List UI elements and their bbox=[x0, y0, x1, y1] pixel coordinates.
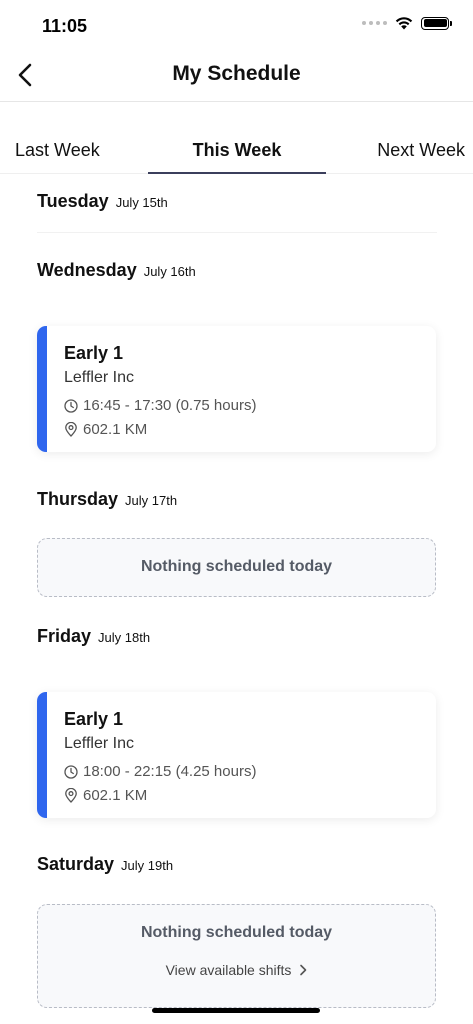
shift-card-friday[interactable]: Early 1 Leffler Inc 18:00 - 22:15 (4.25 … bbox=[37, 692, 436, 818]
empty-day-box-thursday: Nothing scheduled today bbox=[37, 538, 436, 597]
view-available-shifts-label: View available shifts bbox=[165, 962, 292, 978]
location-pin-icon bbox=[65, 788, 77, 803]
status-time: 11:05 bbox=[42, 16, 88, 36]
cellular-signal-icon bbox=[362, 21, 387, 25]
empty-day-box-saturday: Nothing scheduled today View available s… bbox=[37, 904, 436, 1008]
clock-icon bbox=[64, 764, 78, 779]
shift-time-row: 16:45 - 17:30 (0.75 hours) bbox=[64, 397, 256, 414]
shift-company: Leffler Inc bbox=[64, 735, 134, 752]
day-date: July 16th bbox=[143, 264, 196, 279]
day-heading-wednesday: Wednesday July 16th bbox=[37, 260, 196, 281]
status-indicators bbox=[362, 16, 452, 30]
day-name: Thursday bbox=[37, 489, 119, 509]
day-date: July 19th bbox=[121, 858, 174, 873]
day-name: Wednesday bbox=[37, 260, 137, 280]
empty-day-text: Nothing scheduled today bbox=[140, 558, 333, 575]
view-available-shifts-link[interactable]: View available shifts bbox=[38, 962, 435, 978]
day-heading-tuesday: Tuesday July 15th bbox=[37, 191, 168, 212]
navigation-header: My Schedule bbox=[0, 50, 473, 102]
shift-distance: 602.1 KM bbox=[83, 421, 148, 438]
day-name: Tuesday bbox=[37, 191, 109, 211]
tab-next-week[interactable]: Next Week bbox=[377, 140, 465, 161]
empty-day-text: Nothing scheduled today bbox=[140, 924, 333, 941]
tab-this-week[interactable]: This Week bbox=[148, 140, 326, 161]
day-date: July 17th bbox=[125, 493, 178, 508]
shift-distance-row: 602.1 KM bbox=[64, 421, 147, 438]
shift-company: Leffler Inc bbox=[64, 369, 134, 386]
shift-card-wednesday[interactable]: Early 1 Leffler Inc 16:45 - 17:30 (0.75 … bbox=[37, 326, 436, 452]
status-bar: 11:05 bbox=[0, 0, 473, 50]
battery-icon bbox=[421, 16, 452, 30]
shift-accent-bar bbox=[37, 326, 47, 452]
shift-title: Early 1 bbox=[64, 709, 124, 729]
week-tabs: Last Week This Week Next Week bbox=[0, 102, 473, 174]
shift-time: 16:45 - 17:30 (0.75 hours) bbox=[83, 397, 257, 414]
day-name: Friday bbox=[37, 626, 92, 646]
home-indicator bbox=[152, 1008, 320, 1013]
day-heading-thursday: Thursday July 17th bbox=[37, 489, 177, 510]
shift-accent-bar bbox=[37, 692, 47, 818]
day-heading-friday: Friday July 18th bbox=[37, 626, 150, 647]
day-date: July 15th bbox=[115, 195, 168, 210]
day-name: Saturday bbox=[37, 854, 115, 874]
location-pin-icon bbox=[65, 422, 77, 437]
shift-time-row: 18:00 - 22:15 (4.25 hours) bbox=[64, 763, 256, 780]
shift-time: 18:00 - 22:15 (4.25 hours) bbox=[83, 763, 257, 780]
shift-distance: 602.1 KM bbox=[83, 787, 148, 804]
day-heading-saturday: Saturday July 19th bbox=[37, 854, 173, 875]
shift-distance-row: 602.1 KM bbox=[64, 787, 147, 804]
day-divider bbox=[37, 232, 437, 233]
clock-icon bbox=[64, 398, 78, 413]
wifi-icon bbox=[395, 17, 413, 30]
chevron-right-icon bbox=[300, 964, 307, 976]
day-date: July 18th bbox=[98, 630, 151, 645]
active-tab-indicator bbox=[148, 172, 326, 174]
page-title: My Schedule bbox=[172, 62, 301, 85]
tab-last-week[interactable]: Last Week bbox=[15, 140, 100, 161]
shift-title: Early 1 bbox=[64, 343, 124, 363]
